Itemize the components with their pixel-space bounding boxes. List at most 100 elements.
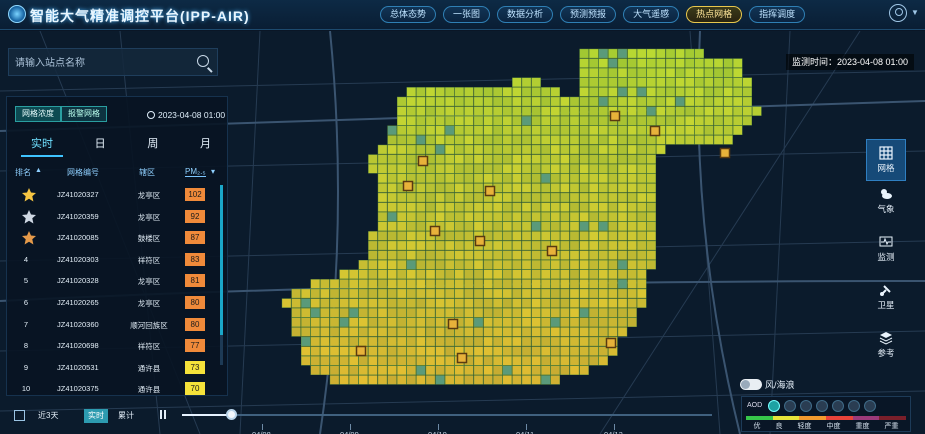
grid-cell[interactable]: [368, 240, 378, 251]
grid-cell[interactable]: [493, 269, 503, 280]
grid-cell[interactable]: [397, 356, 407, 366]
grid-cell[interactable]: [694, 58, 704, 68]
grid-cell[interactable]: [435, 173, 445, 184]
grid-cell[interactable]: [531, 336, 541, 347]
grid-cell[interactable]: [425, 336, 436, 347]
grid-cell[interactable]: [329, 327, 340, 337]
grid-cell[interactable]: [329, 298, 340, 308]
grid-cell[interactable]: [521, 192, 532, 203]
table-row[interactable]: 10 JZ41020375 通许县 70: [11, 379, 223, 401]
grid-cell[interactable]: [637, 163, 647, 174]
grid-cell[interactable]: [531, 125, 541, 136]
grid-cell[interactable]: [493, 144, 503, 155]
grid-cell[interactable]: [521, 125, 532, 136]
grid-cell[interactable]: [445, 135, 455, 145]
grid-cell[interactable]: [675, 68, 685, 78]
grid-cell[interactable]: [531, 327, 541, 337]
grid-cell[interactable]: [637, 68, 647, 78]
grid-cell[interactable]: [406, 327, 416, 337]
grid-cell[interactable]: [541, 317, 551, 327]
grid-cell[interactable]: [685, 68, 695, 78]
grid-cell[interactable]: [416, 250, 426, 260]
grid-cell[interactable]: [550, 183, 560, 193]
grid-cell[interactable]: [368, 327, 378, 337]
grid-cell[interactable]: [406, 163, 416, 174]
grid-cell[interactable]: [445, 298, 455, 308]
grid-cell[interactable]: [598, 106, 608, 116]
grid-cell[interactable]: [358, 327, 368, 337]
grid-cell[interactable]: [627, 317, 637, 327]
grid-cell[interactable]: [685, 87, 695, 97]
grid-cell[interactable]: [368, 154, 378, 164]
grid-cell[interactable]: [416, 269, 426, 280]
grid-cell[interactable]: [589, 48, 599, 59]
grid-cell[interactable]: [617, 317, 628, 327]
grid-cell[interactable]: [723, 125, 733, 136]
grid-cell[interactable]: [397, 202, 407, 212]
grid-cell[interactable]: [502, 115, 512, 126]
grid-cell[interactable]: [425, 202, 436, 212]
grid-cell[interactable]: [598, 221, 608, 232]
grid-cell[interactable]: [387, 144, 397, 155]
grid-cell[interactable]: [512, 173, 522, 184]
grid-cell[interactable]: [445, 154, 455, 164]
grid-cell[interactable]: [397, 250, 407, 260]
grid-cell[interactable]: [493, 375, 503, 385]
grid-cell[interactable]: [377, 154, 388, 164]
grid-cell[interactable]: [435, 356, 445, 366]
hotspot-cell[interactable]: [402, 180, 414, 192]
grid-cell[interactable]: [445, 375, 455, 385]
grid-cell[interactable]: [579, 250, 589, 260]
grid-cell[interactable]: [416, 96, 426, 107]
grid-cell[interactable]: [464, 211, 474, 222]
grid-cell[interactable]: [733, 115, 743, 126]
grid-cell[interactable]: [656, 68, 666, 78]
grid-cell[interactable]: [685, 115, 695, 126]
hotspot-cell[interactable]: [429, 225, 441, 237]
grid-cell[interactable]: [579, 192, 589, 203]
grid-cell[interactable]: [627, 135, 637, 145]
grid-cell[interactable]: [598, 192, 608, 203]
grid-cell[interactable]: [560, 259, 570, 270]
grid-cell[interactable]: [579, 87, 589, 97]
grid-cell[interactable]: [617, 192, 628, 203]
grid-cell[interactable]: [377, 192, 388, 203]
grid-cell[interactable]: [713, 125, 724, 136]
grid-cell[interactable]: [387, 356, 397, 366]
grid-cell[interactable]: [493, 106, 503, 116]
grid-cell[interactable]: [445, 163, 455, 174]
grid-cell[interactable]: [541, 298, 551, 308]
grid-cell[interactable]: [675, 96, 685, 107]
grid-cell[interactable]: [521, 77, 532, 87]
hotspot-cell[interactable]: [649, 125, 661, 137]
grid-cell[interactable]: [397, 317, 407, 327]
grid-cell[interactable]: [320, 356, 330, 366]
grid-cell[interactable]: [397, 308, 407, 318]
grid-cell[interactable]: [589, 144, 599, 155]
grid-cell[interactable]: [589, 279, 599, 289]
grid-cell[interactable]: [454, 192, 464, 203]
grid-cell[interactable]: [464, 336, 474, 347]
grid-cell[interactable]: [454, 135, 464, 145]
grid-cell[interactable]: [617, 68, 628, 78]
grid-cell[interactable]: [473, 365, 484, 375]
grid-cell[interactable]: [425, 183, 436, 193]
grid-cell[interactable]: [541, 231, 551, 241]
grid-cell[interactable]: [656, 77, 666, 87]
grid-cell[interactable]: [589, 327, 599, 337]
grid-cell[interactable]: [646, 202, 656, 212]
grid-cell[interactable]: [637, 202, 647, 212]
grid-cell[interactable]: [598, 356, 608, 366]
grid-cell[interactable]: [665, 58, 676, 68]
grid-cell[interactable]: [550, 317, 560, 327]
grid-cell[interactable]: [445, 269, 455, 280]
grid-cell[interactable]: [435, 308, 445, 318]
grid-cell[interactable]: [502, 125, 512, 136]
nav-tab[interactable]: 预测预报: [560, 6, 617, 23]
grid-cell[interactable]: [387, 211, 397, 222]
grid-cell[interactable]: [483, 336, 493, 347]
pollutant-selector-icon[interactable]: [768, 400, 781, 412]
grid-cell[interactable]: [550, 125, 560, 136]
grid-cell[interactable]: [579, 317, 589, 327]
grid-cell[interactable]: [358, 336, 368, 347]
